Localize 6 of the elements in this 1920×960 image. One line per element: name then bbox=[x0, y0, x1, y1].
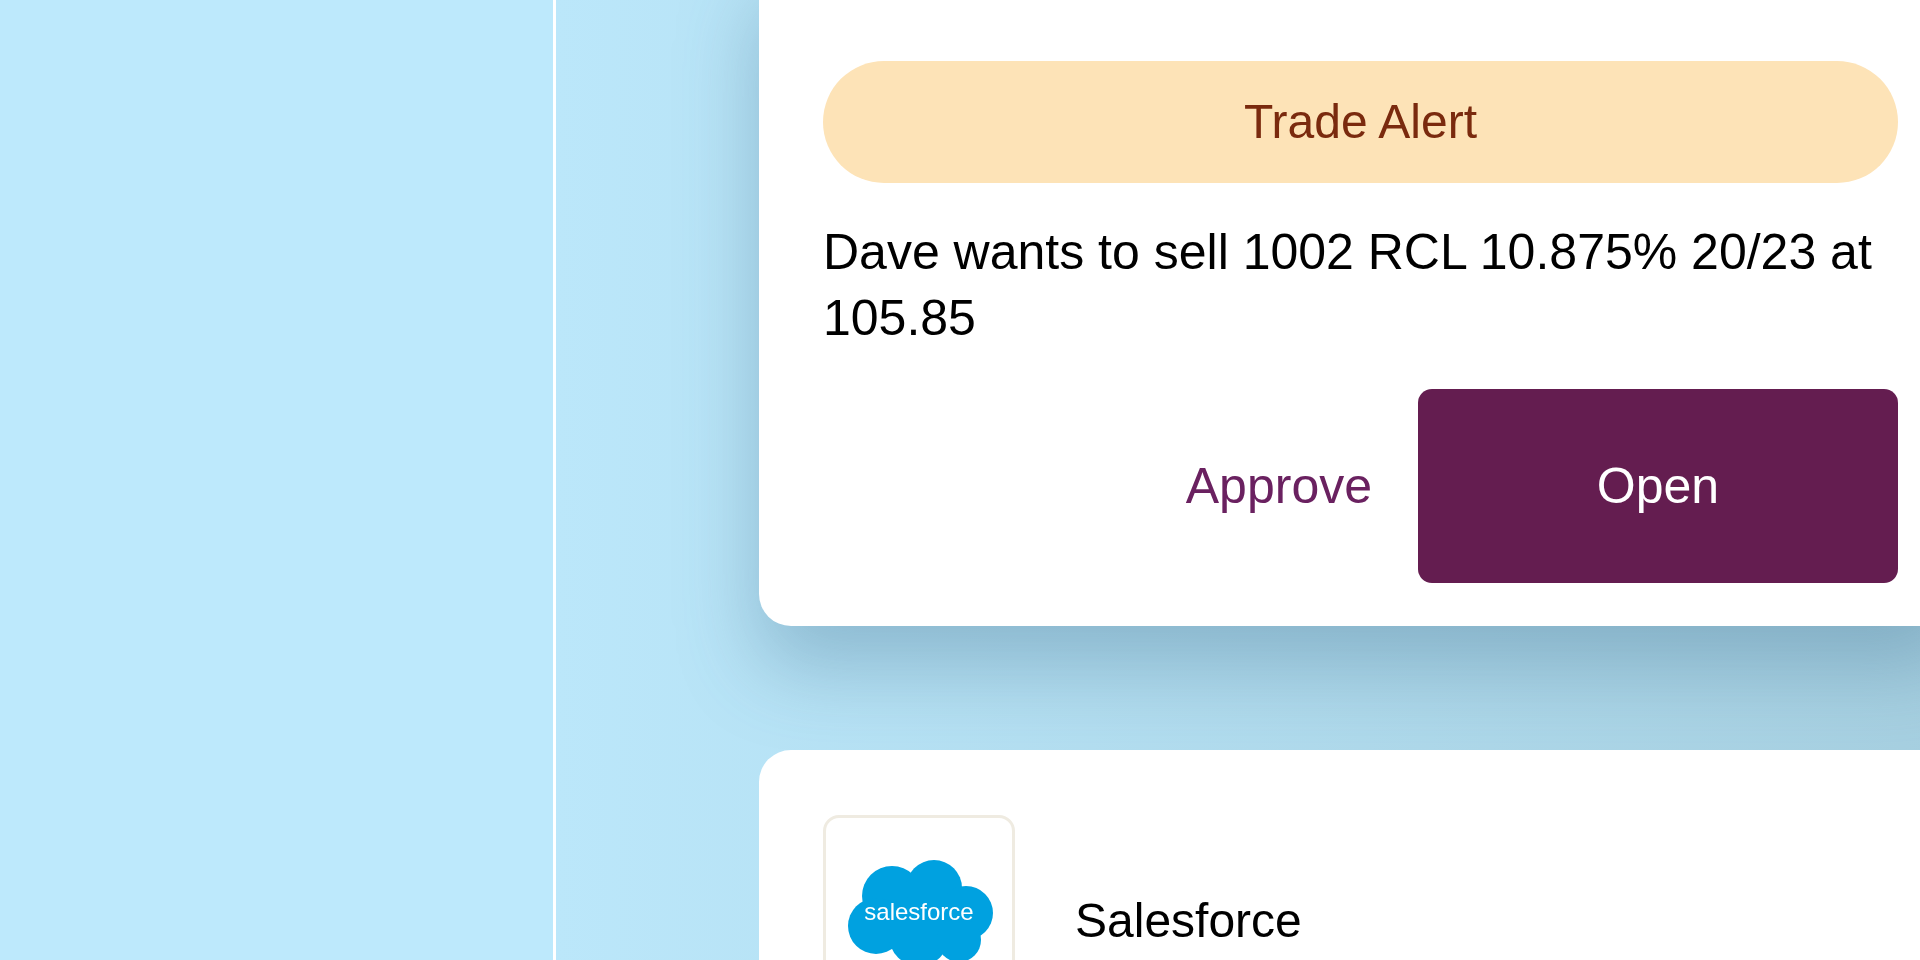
open-button[interactable]: Open bbox=[1418, 389, 1898, 583]
logo-text: salesforce bbox=[863, 900, 975, 924]
alert-message: Dave wants to sell 1002 RCL 10.875% 20/23 at 105.85 bbox=[823, 223, 1873, 348]
approve-link[interactable]: Approve bbox=[1169, 461, 1388, 511]
integration-name: Salesforce bbox=[1075, 893, 1302, 949]
alert-badge: Trade Alert bbox=[823, 61, 1898, 183]
